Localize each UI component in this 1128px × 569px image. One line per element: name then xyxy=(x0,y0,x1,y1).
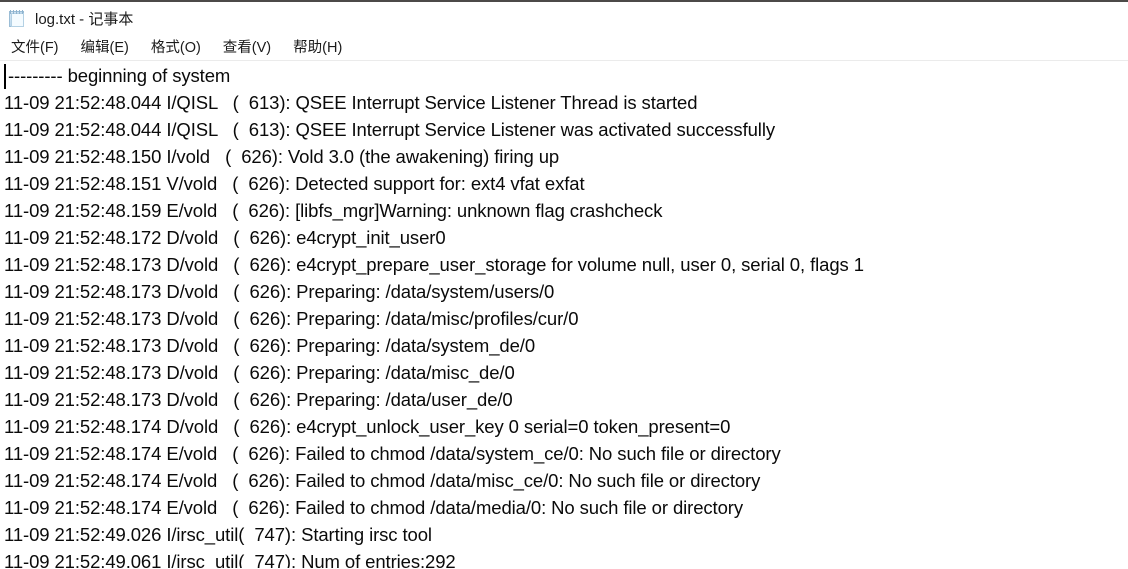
log-line: 11-09 21:52:48.159 E/vold ( 626): [libfs… xyxy=(4,200,663,221)
log-line: 11-09 21:52:48.173 D/vold ( 626): Prepar… xyxy=(4,308,579,329)
log-line: 11-09 21:52:48.044 I/QISL ( 613): QSEE I… xyxy=(4,119,775,140)
log-line: 11-09 21:52:49.026 I/irsc_util( 747): St… xyxy=(4,524,432,545)
log-line: 11-09 21:52:48.173 D/vold ( 626): e4cryp… xyxy=(4,254,864,275)
menu-item-file[interactable]: 文件(F) xyxy=(10,39,60,58)
menu-bar: 文件(F) 编辑(E) 格式(O) 查看(V) 帮助(H) xyxy=(0,36,1128,61)
window-title: log.txt - 记事本 xyxy=(35,10,134,28)
log-line: --------- beginning of system xyxy=(8,65,231,86)
log-line: 11-09 21:52:48.044 I/QISL ( 613): QSEE I… xyxy=(4,92,698,113)
log-line: 11-09 21:52:48.151 V/vold ( 626): Detect… xyxy=(4,173,585,194)
text-editor-area[interactable]: --------- beginning of system 11-09 21:52… xyxy=(0,61,1128,568)
notepad-window: log.txt - 记事本 文件(F) 编辑(E) 格式(O) 查看(V) 帮助… xyxy=(0,0,1128,569)
log-line: 11-09 21:52:48.174 D/vold ( 626): e4cryp… xyxy=(4,416,731,437)
menu-item-format[interactable]: 格式(O) xyxy=(150,39,202,58)
log-content: --------- beginning of system 11-09 21:52… xyxy=(4,61,1128,568)
notepad-icon xyxy=(8,10,26,28)
log-line: 11-09 21:52:48.173 D/vold ( 626): Prepar… xyxy=(4,335,536,356)
log-line: 11-09 21:52:48.174 E/vold ( 626): Failed… xyxy=(4,497,743,518)
menu-item-view[interactable]: 查看(V) xyxy=(222,39,272,58)
log-line: 11-09 21:52:48.174 E/vold ( 626): Failed… xyxy=(4,443,781,464)
title-bar: log.txt - 记事本 xyxy=(0,2,1128,36)
log-line: 11-09 21:52:48.172 D/vold ( 626): e4cryp… xyxy=(4,227,446,248)
log-line: 11-09 21:52:49.061 I/irsc_util( 747): Nu… xyxy=(4,551,456,568)
log-line: 11-09 21:52:48.173 D/vold ( 626): Prepar… xyxy=(4,389,513,410)
log-line: 11-09 21:52:48.150 I/vold ( 626): Vold 3… xyxy=(4,146,560,167)
log-line: 11-09 21:52:48.173 D/vold ( 626): Prepar… xyxy=(4,281,555,302)
menu-item-help[interactable]: 帮助(H) xyxy=(292,39,343,58)
log-line: 11-09 21:52:48.174 E/vold ( 626): Failed… xyxy=(4,470,761,491)
log-line: 11-09 21:52:48.173 D/vold ( 626): Prepar… xyxy=(4,362,515,383)
menu-item-edit[interactable]: 编辑(E) xyxy=(80,39,130,58)
